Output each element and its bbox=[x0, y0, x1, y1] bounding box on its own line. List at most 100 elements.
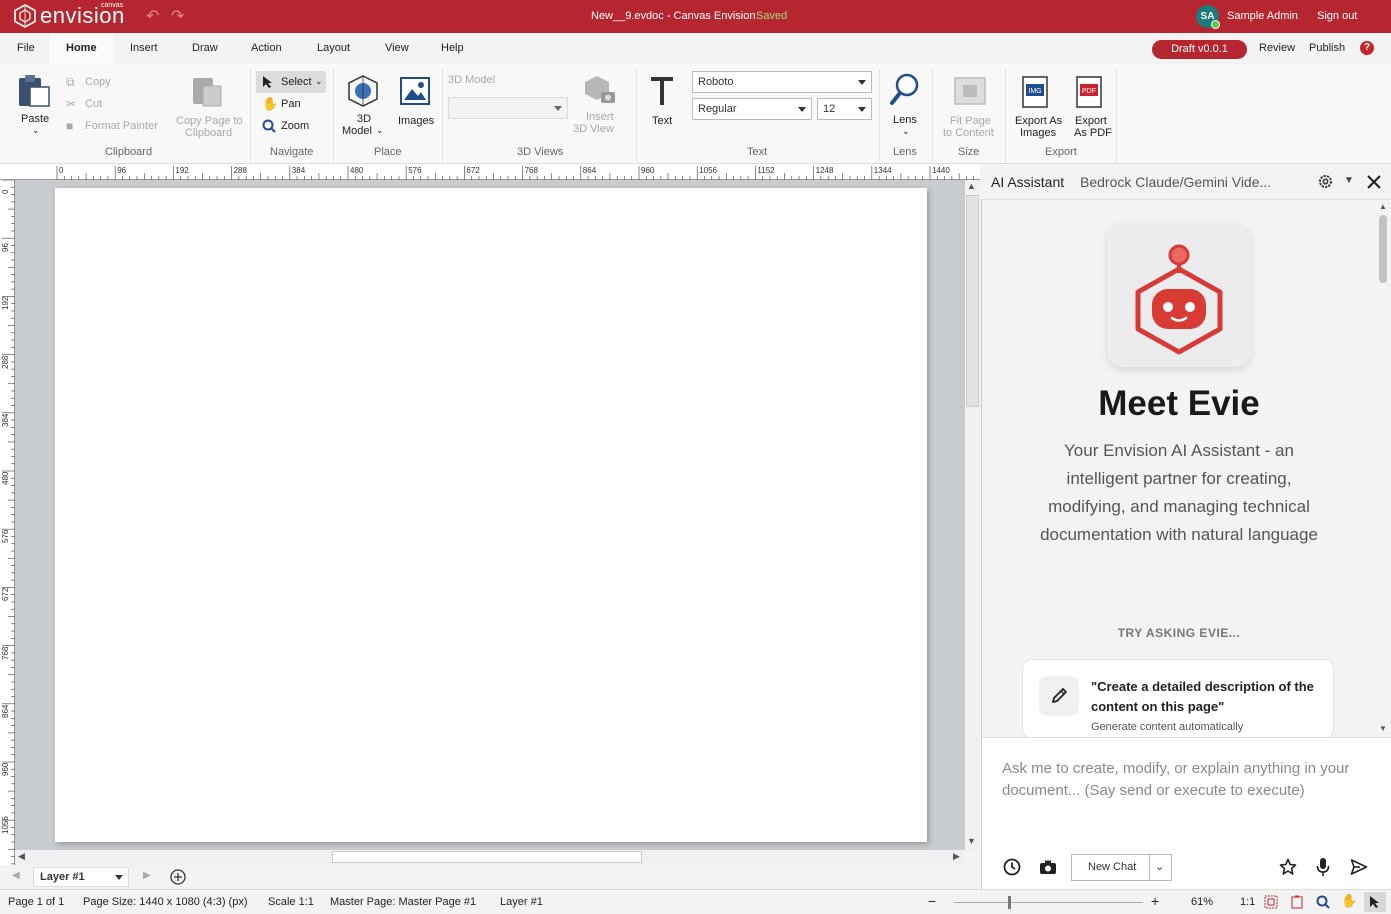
fit-page-icon[interactable] bbox=[953, 76, 987, 106]
export-images-icon[interactable]: IMG bbox=[1021, 75, 1051, 109]
export-pdf-label-2[interactable]: As PDF bbox=[1074, 127, 1112, 139]
lens-label[interactable]: Lens bbox=[893, 114, 917, 126]
undo-icon[interactable]: ↶ bbox=[146, 6, 159, 26]
pan-status-icon[interactable]: ✋ bbox=[1341, 893, 1357, 909]
text-tool-icon[interactable] bbox=[649, 75, 675, 107]
zoom-slider-track[interactable] bbox=[954, 902, 1143, 903]
microphone-icon[interactable] bbox=[1316, 857, 1330, 877]
send-icon[interactable] bbox=[1350, 858, 1368, 876]
ruler-label: 768 bbox=[1, 646, 10, 660]
insert-3d-view-label-1[interactable]: Insert bbox=[586, 111, 614, 123]
tab-draw[interactable]: Draw bbox=[192, 42, 218, 54]
copy-page-label-2[interactable]: Clipboard bbox=[185, 127, 232, 139]
camera-icon[interactable] bbox=[1039, 859, 1057, 875]
sign-out-link[interactable]: Sign out bbox=[1317, 10, 1357, 22]
actual-size-button[interactable]: 1:1 bbox=[1240, 896, 1255, 908]
3d-model-cube-icon[interactable] bbox=[346, 74, 380, 108]
tab-view[interactable]: View bbox=[385, 42, 409, 54]
ai-prompt-input[interactable] bbox=[1002, 758, 1372, 818]
3d-model-label-1[interactable]: 3D bbox=[357, 113, 371, 125]
tab-action[interactable]: Action bbox=[251, 42, 282, 54]
paste-chevron-icon[interactable]: ⌄ bbox=[32, 125, 40, 136]
fit-page-label-1[interactable]: Fit Page bbox=[950, 115, 991, 127]
copy-page-icon[interactable] bbox=[191, 74, 225, 108]
cut-button[interactable]: Cut bbox=[85, 98, 102, 110]
copy-page-label-1[interactable]: Copy Page to bbox=[176, 115, 243, 127]
publish-button[interactable]: Publish bbox=[1309, 42, 1345, 54]
scroll-up-icon[interactable]: ▲ bbox=[967, 181, 976, 191]
ai-scroll-up-icon[interactable]: ▲ bbox=[1379, 202, 1387, 211]
paste-icon[interactable] bbox=[17, 73, 51, 109]
export-pdf-icon[interactable]: PDF bbox=[1075, 75, 1105, 109]
scroll-down-icon[interactable]: ▼ bbox=[967, 836, 976, 846]
prev-layer-icon[interactable]: ◀ bbox=[12, 870, 20, 881]
fit-page-label-2[interactable]: to Content bbox=[943, 127, 994, 139]
insert-3d-view-label-2[interactable]: 3D View bbox=[573, 123, 614, 135]
select-arrow-icon[interactable] bbox=[262, 75, 276, 89]
help-icon[interactable]: ? bbox=[1360, 41, 1374, 55]
zoom-status-icon[interactable] bbox=[1316, 895, 1330, 909]
ruler-label: 0 bbox=[1, 189, 10, 194]
size-group-label: Size bbox=[958, 146, 980, 158]
zoom-tool[interactable]: Zoom bbox=[281, 120, 309, 132]
zoom-in-button[interactable]: + bbox=[1151, 893, 1159, 909]
lens-icon[interactable] bbox=[889, 73, 921, 107]
add-layer-icon[interactable] bbox=[170, 869, 186, 885]
select-status-icon[interactable] bbox=[1369, 895, 1383, 909]
user-name[interactable]: Sample Admin bbox=[1227, 10, 1298, 22]
history-clock-icon[interactable] bbox=[1003, 858, 1021, 876]
font-size-dropdown[interactable]: 12 bbox=[817, 98, 872, 120]
fit-page-status-icon[interactable] bbox=[1264, 895, 1278, 909]
font-family-dropdown[interactable]: Roboto bbox=[692, 71, 872, 93]
redo-icon[interactable]: ↷ bbox=[171, 6, 184, 26]
zoom-out-button[interactable]: − bbox=[928, 893, 936, 909]
tab-home[interactable]: Home bbox=[66, 42, 97, 54]
tab-layout[interactable]: Layout bbox=[317, 42, 350, 54]
ruler-label: 672 bbox=[1, 588, 10, 602]
select-chevron-icon[interactable]: ⌄ bbox=[315, 76, 323, 87]
ai-panel-scroll-thumb[interactable] bbox=[1379, 215, 1387, 283]
scroll-right-icon[interactable]: ▶ bbox=[953, 851, 960, 862]
lens-chevron-icon[interactable]: ⌄ bbox=[902, 126, 910, 137]
ruler-label: 288 bbox=[233, 166, 247, 175]
font-family-value: Roboto bbox=[698, 76, 734, 88]
images-icon[interactable] bbox=[400, 77, 430, 105]
3d-model-dropdown[interactable] bbox=[448, 97, 568, 119]
draft-version-badge[interactable]: Draft v0.0.1 bbox=[1152, 40, 1247, 59]
next-layer-icon[interactable]: ▶ bbox=[143, 870, 151, 881]
3d-model-chevron-icon[interactable]: ⌄ bbox=[376, 125, 384, 136]
layer-dropdown[interactable]: Layer #1 bbox=[33, 867, 129, 887]
export-pdf-label-1[interactable]: Export bbox=[1075, 115, 1107, 127]
fit-content-status-icon[interactable] bbox=[1290, 895, 1304, 909]
canvas-horizontal-scroll-thumb[interactable] bbox=[332, 851, 642, 863]
settings-gear-icon[interactable] bbox=[1317, 173, 1334, 190]
copy-button[interactable]: Copy bbox=[85, 76, 111, 88]
tab-file[interactable]: File bbox=[17, 42, 35, 54]
ai-model-name[interactable]: Bedrock Claude/Gemini Vide... bbox=[1080, 174, 1271, 190]
document-page[interactable] bbox=[55, 188, 927, 842]
zoom-slider-thumb[interactable] bbox=[1008, 896, 1011, 909]
3d-model-label-2[interactable]: Model bbox=[342, 125, 372, 137]
text-tool-label[interactable]: Text bbox=[652, 115, 672, 127]
insert-3d-view-icon[interactable] bbox=[583, 74, 617, 106]
export-images-label-1[interactable]: Export As bbox=[1015, 115, 1062, 127]
panel-menu-chevron-icon[interactable]: ▼ bbox=[1344, 175, 1354, 186]
ai-scroll-down-icon[interactable]: ▼ bbox=[1379, 724, 1387, 733]
review-button[interactable]: Review bbox=[1259, 42, 1295, 54]
images-button[interactable]: Images bbox=[398, 115, 434, 127]
tab-insert[interactable]: Insert bbox=[130, 42, 158, 54]
export-images-label-2[interactable]: Images bbox=[1020, 127, 1056, 139]
new-chat-chevron-icon[interactable]: ⌄ bbox=[1155, 860, 1164, 873]
format-painter-button[interactable]: Format Painter bbox=[85, 120, 158, 132]
paste-label[interactable]: Paste bbox=[21, 113, 49, 125]
favorite-star-icon[interactable] bbox=[1279, 858, 1297, 876]
font-style-dropdown[interactable]: Regular bbox=[692, 98, 812, 120]
tab-help[interactable]: Help bbox=[441, 42, 464, 54]
pan-tool[interactable]: Pan bbox=[281, 98, 301, 110]
scroll-left-icon[interactable]: ◀ bbox=[18, 851, 25, 862]
svg-text:PDF: PDF bbox=[1082, 88, 1096, 95]
suggestion-subtitle: Generate content automatically bbox=[1091, 721, 1244, 733]
close-panel-icon[interactable] bbox=[1366, 174, 1382, 190]
select-tool[interactable]: Select bbox=[281, 76, 312, 88]
canvas-vertical-scroll-thumb[interactable] bbox=[966, 195, 979, 407]
